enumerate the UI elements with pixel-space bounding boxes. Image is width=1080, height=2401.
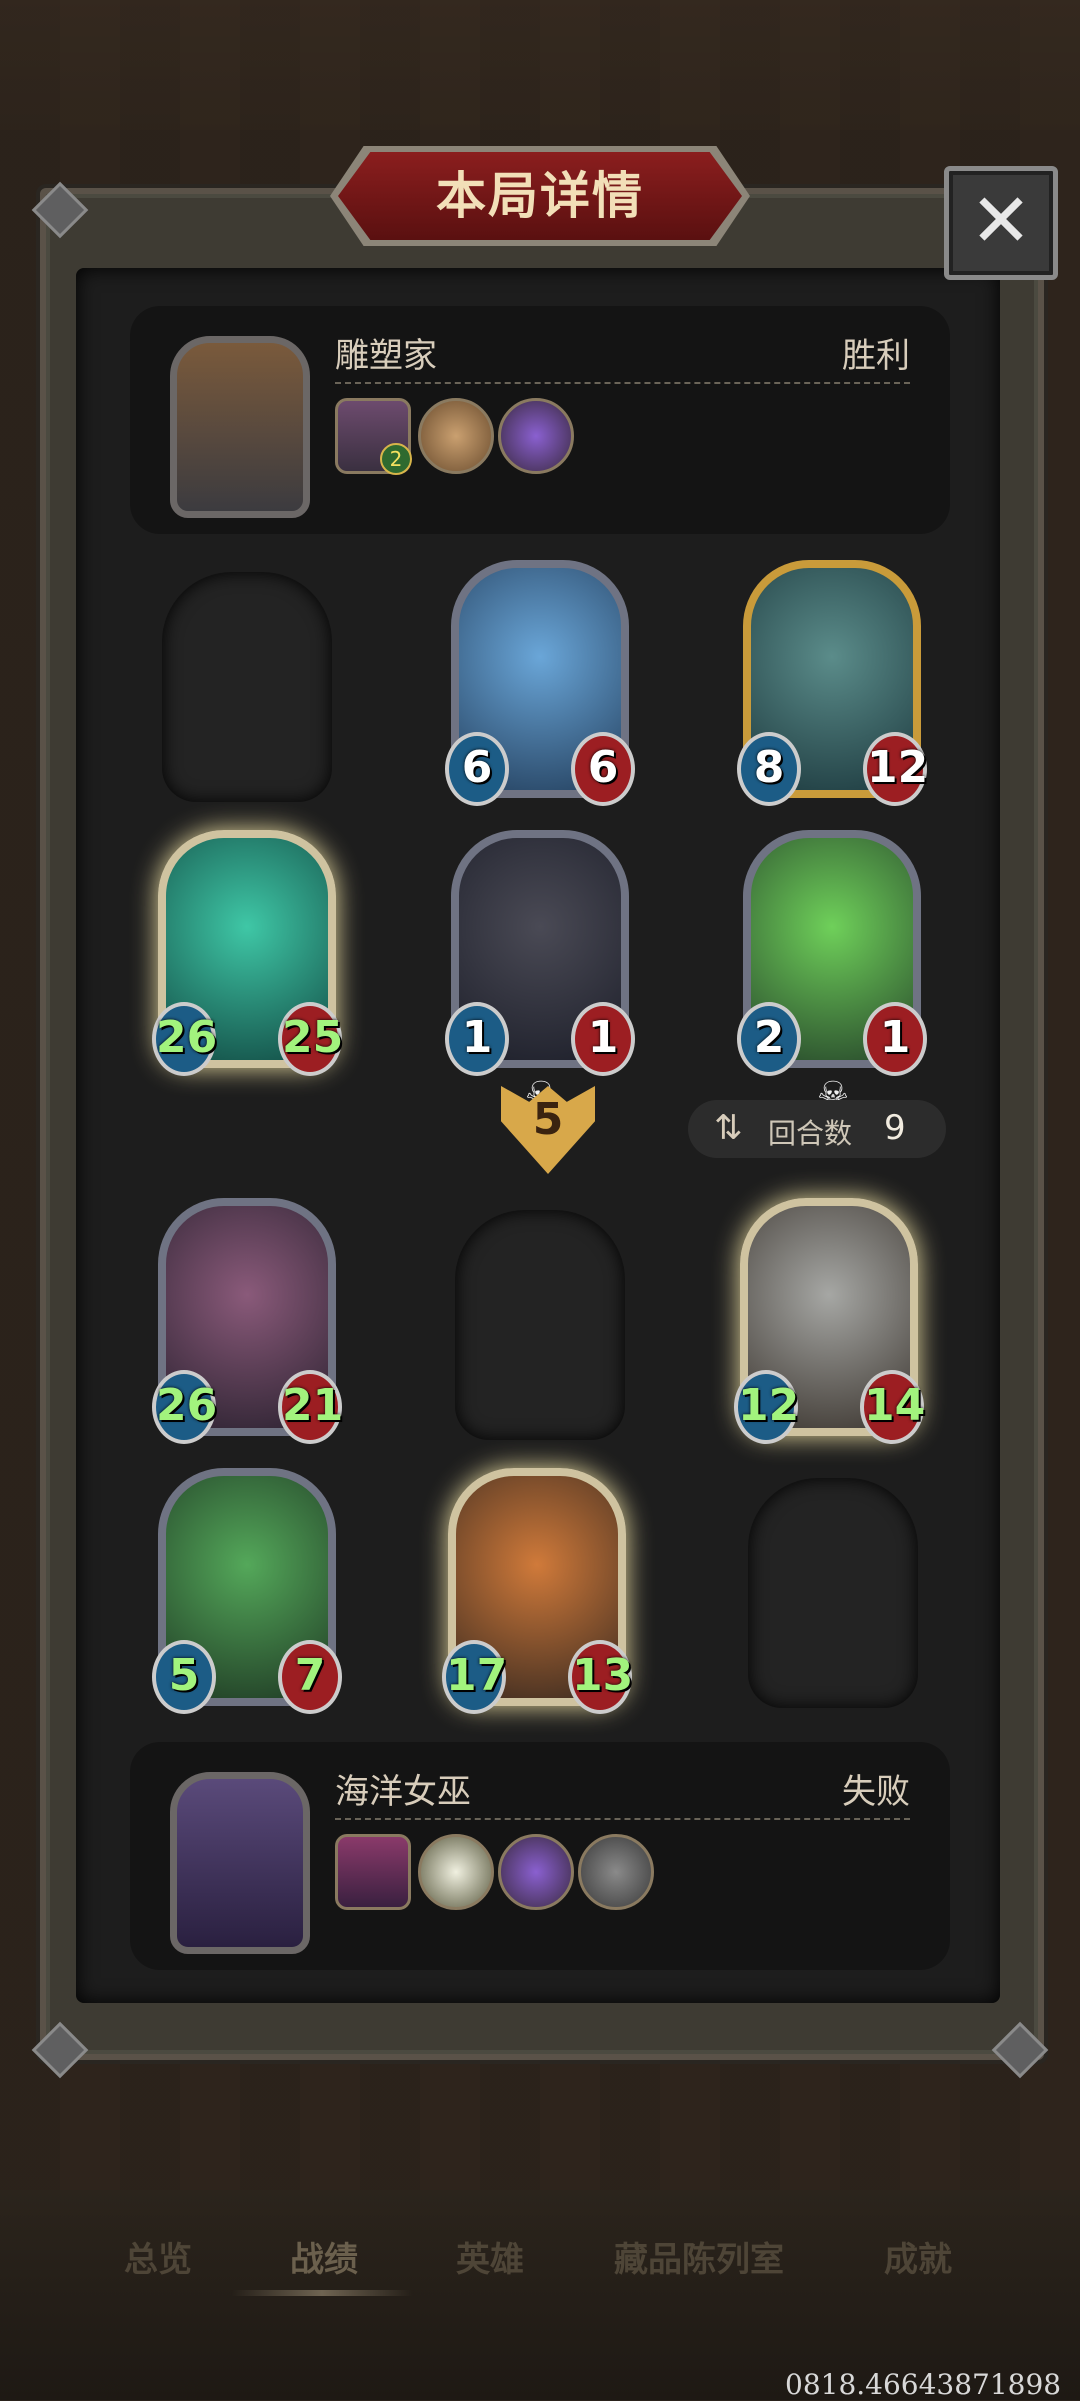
minion-card[interactable]: 26 25 <box>152 830 343 1076</box>
close-icon: ✕ <box>969 178 1032 264</box>
tab-overview[interactable]: 总览 <box>124 2232 192 2281</box>
hero-portrait-icon[interactable] <box>335 1834 411 1910</box>
top-player-summary: 雕塑家 胜利 2 <box>130 306 950 534</box>
minion-card[interactable]: 17 13 <box>442 1468 633 1714</box>
minion-card[interactable]: 1 1 ☠ <box>445 830 635 1116</box>
player-name: 海洋女巫 <box>335 1772 471 1812</box>
gem-icon[interactable] <box>498 398 574 474</box>
health-value: 21 <box>278 1370 343 1444</box>
attack-value: 6 <box>445 732 509 806</box>
refresh-icon: ⇅ <box>714 1108 743 1148</box>
tab-heroes[interactable]: 英雄 <box>456 2232 524 2281</box>
match-result: 胜利 <box>842 336 910 376</box>
attack-value: 17 <box>442 1640 507 1714</box>
attack-value: 26 <box>152 1370 217 1444</box>
empty-board-slot <box>162 572 332 802</box>
attack-value: 26 <box>152 1002 217 1076</box>
round-value: 9 <box>884 1108 906 1148</box>
health-value: 13 <box>568 1640 633 1714</box>
hero-portrait[interactable] <box>170 336 310 518</box>
health-value: 14 <box>860 1370 925 1444</box>
trinket-icon[interactable] <box>418 398 494 474</box>
round-label: 回合数 <box>768 1117 853 1150</box>
health-value: 1 <box>571 1002 635 1076</box>
minion-card[interactable]: 26 21 <box>152 1198 343 1444</box>
divider <box>335 1818 910 1820</box>
minion-card[interactable]: 2 1 ☠ <box>737 830 927 1116</box>
tab-records[interactable]: 战绩 <box>290 2232 358 2281</box>
divider <box>335 382 910 384</box>
round-count-pill: ⇅ 回合数 9 <box>688 1100 946 1158</box>
minion-card[interactable]: 6 6 <box>445 560 635 806</box>
match-result: 失败 <box>842 1772 910 1812</box>
pot-icon[interactable] <box>578 1834 654 1910</box>
attack-value: 8 <box>737 732 801 806</box>
close-button[interactable]: ✕ <box>944 166 1058 280</box>
tab-collection[interactable]: 藏品陈列室 <box>614 2232 784 2281</box>
bottom-player-summary: 海洋女巫 失败 <box>130 1742 950 1970</box>
level-badge: 2 <box>380 443 412 475</box>
tab-achievements[interactable]: 成就 <box>884 2232 952 2281</box>
attack-value: 1 <box>445 1002 509 1076</box>
watermark-text: 0818.46643871898 <box>785 2368 1062 2401</box>
attack-value: 12 <box>734 1370 799 1444</box>
hero-portrait-icon[interactable]: 2 <box>335 398 412 475</box>
health-value: 1 <box>863 1002 927 1076</box>
minion-card[interactable]: 8 12 <box>737 560 928 806</box>
gem-icon[interactable] <box>498 1834 574 1910</box>
dialog-title: 本局详情 <box>436 167 644 225</box>
hero-portrait[interactable] <box>170 1772 310 1954</box>
empty-board-slot <box>455 1210 625 1440</box>
damage-value: 5 <box>532 1094 564 1145</box>
health-value: 12 <box>863 732 928 806</box>
health-value: 7 <box>278 1640 342 1714</box>
attack-value: 2 <box>737 1002 801 1076</box>
attack-value: 5 <box>152 1640 216 1714</box>
minion-card[interactable]: 12 14 <box>734 1198 925 1444</box>
empty-board-slot <box>748 1478 918 1708</box>
health-value: 6 <box>571 732 635 806</box>
active-tab-indicator <box>232 2290 412 2296</box>
dialog-title-plate: 本局详情 <box>330 146 750 246</box>
player-name: 雕塑家 <box>335 336 437 376</box>
spell-icon[interactable] <box>418 1834 494 1910</box>
health-value: 25 <box>278 1002 343 1076</box>
minion-card[interactable]: 5 7 <box>152 1468 342 1714</box>
